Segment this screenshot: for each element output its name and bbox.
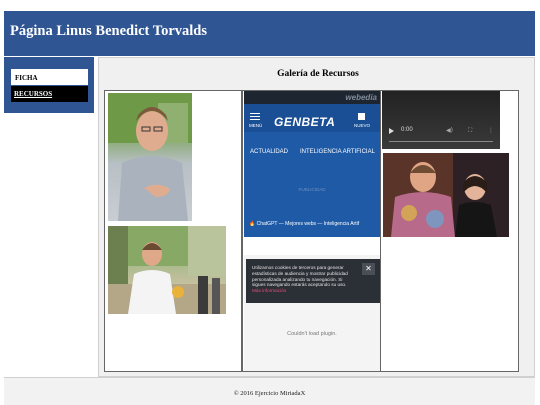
- genbeta-logo[interactable]: GENBETA: [274, 115, 335, 129]
- fire-icon: 🔥: [249, 221, 256, 227]
- sidebar: FICHA RECURSOS: [4, 57, 94, 113]
- plugin-error-message: Couldn't load plugin.: [287, 331, 337, 337]
- linus-outdoor-image: [108, 226, 226, 314]
- video-time: 0:00: [401, 127, 413, 133]
- ad-label: PUBLICIDAD: [298, 187, 326, 192]
- menu-label[interactable]: MENÚ: [249, 123, 262, 128]
- video-player[interactable]: 0:00 ◀) ⛶ ⋮: [382, 91, 500, 149]
- trending-topics: 🔥 ChatGPT — Mejores webs — Inteligencia …: [249, 221, 360, 227]
- more-options-icon[interactable]: ⋮: [488, 127, 494, 134]
- fullscreen-icon[interactable]: ⛶: [468, 127, 472, 135]
- embed-content-area: [244, 237, 380, 255]
- linus-group-image: [383, 153, 509, 237]
- copyright-text: © 2016 Ejercicio MiriadaX: [233, 390, 306, 397]
- cookie-text: Utilizamos cookies de terceros para gene…: [252, 265, 348, 294]
- gallery-title: Galería de Recursos: [277, 69, 359, 79]
- linus-portrait-image: [108, 93, 192, 221]
- webedia-logo: webedia: [345, 93, 377, 102]
- trend-mejores-webs[interactable]: Mejores webs: [285, 221, 316, 227]
- news-icon[interactable]: [358, 113, 365, 120]
- sidebar-item-recursos[interactable]: RECURSOS: [11, 86, 88, 102]
- page-header: Página Linus Benedict Torvalds: [4, 11, 535, 56]
- volume-icon[interactable]: ◀): [446, 127, 453, 134]
- page-title: Página Linus Benedict Torvalds: [10, 23, 208, 39]
- cookie-more-link[interactable]: Más información: [252, 288, 286, 293]
- trend-inteligencia[interactable]: Inteligencia Artif: [324, 221, 359, 227]
- genbeta-embed[interactable]: webedia MENÚ GENBETA NUEVO ACTUALIDAD IN…: [244, 91, 380, 371]
- play-icon[interactable]: [389, 128, 394, 134]
- cookie-banner: Utilizamos cookies de terceros para gene…: [246, 259, 380, 303]
- close-icon[interactable]: ✕: [362, 263, 375, 275]
- tab-inteligencia-artificial[interactable]: INTELIGENCIA ARTIFICIAL: [300, 149, 375, 155]
- page-footer: © 2016 Ejercicio MiriadaX: [4, 377, 535, 405]
- embed-topbar: webedia: [244, 91, 380, 104]
- video-progress-bar[interactable]: [389, 141, 493, 142]
- news-label[interactable]: NUEVO: [354, 123, 370, 128]
- hamburger-menu-icon[interactable]: [250, 113, 260, 120]
- tab-actualidad[interactable]: ACTUALIDAD: [250, 149, 288, 155]
- trend-chatgpt[interactable]: ChatGPT: [257, 221, 278, 227]
